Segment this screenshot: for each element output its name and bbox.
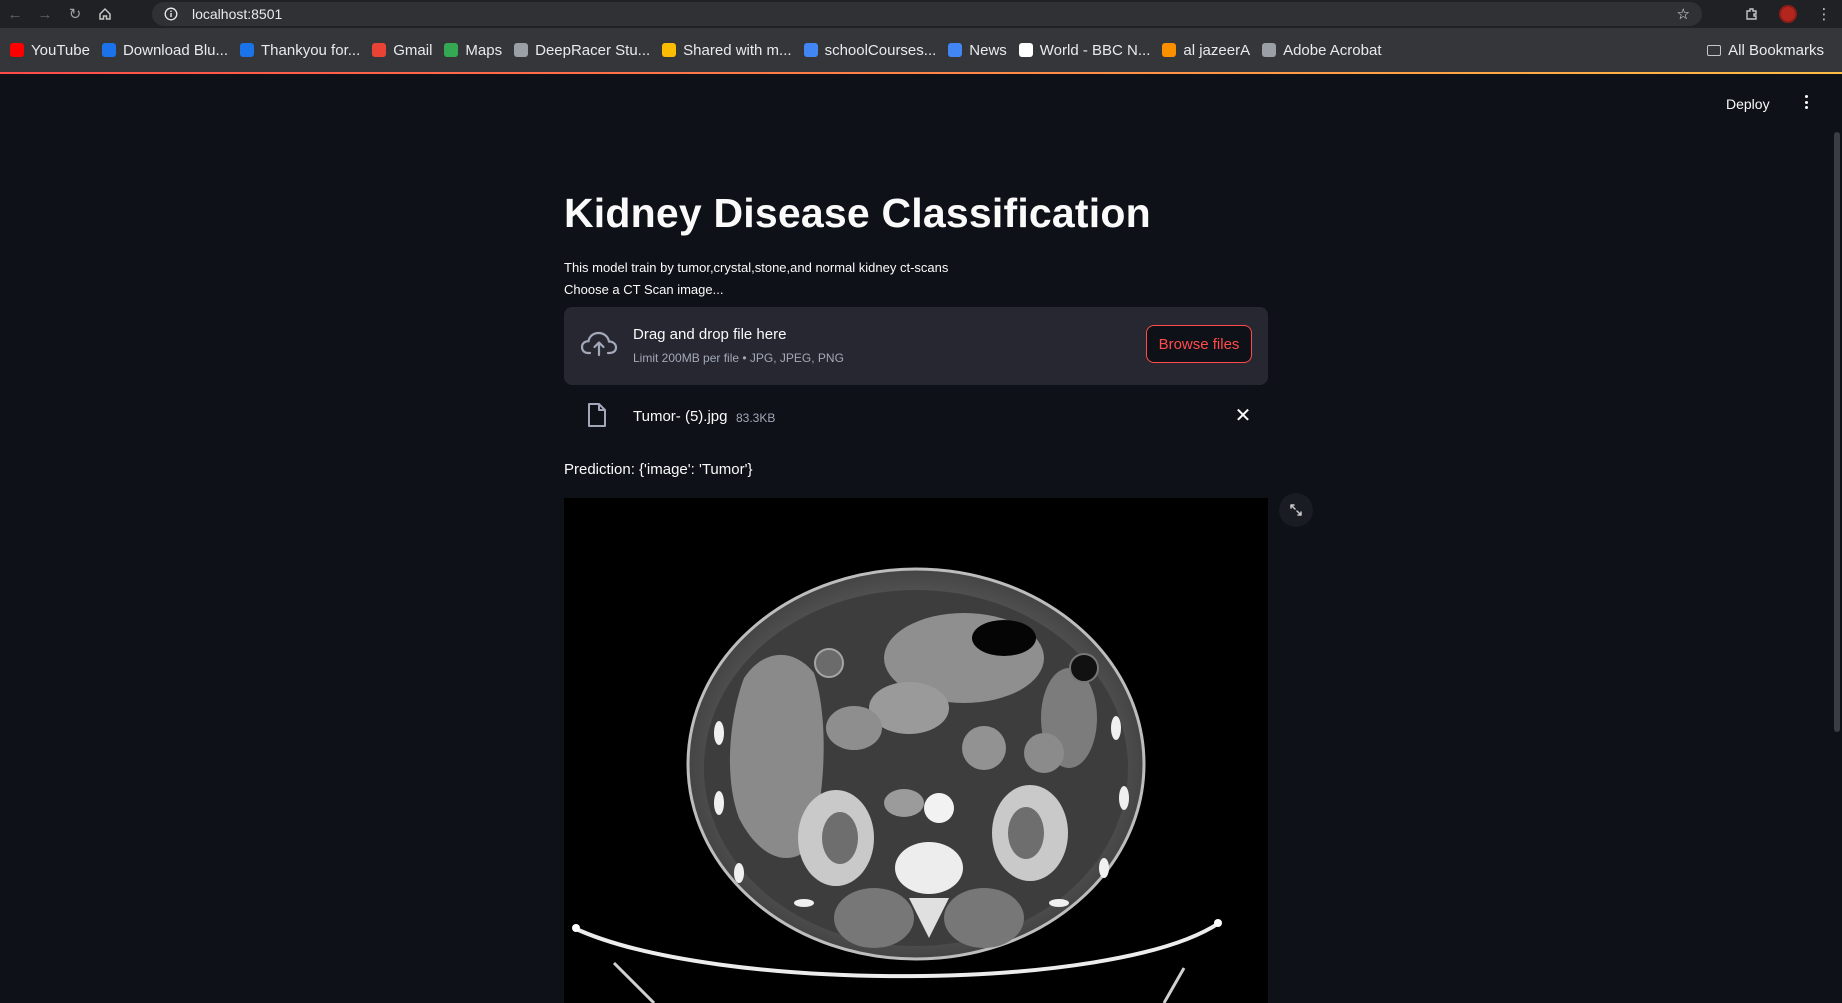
description-text: This model train by tumor,crystal,stone,…: [564, 260, 949, 275]
bookmark-label: al jazeerA: [1183, 41, 1251, 59]
uploaded-file-name: Tumor- (5).jpg: [633, 408, 728, 425]
bookmark-favicon-icon: [372, 43, 387, 57]
bookmark-favicon-icon: [1162, 43, 1177, 57]
url-text[interactable]: localhost:8501: [192, 6, 282, 22]
reload-icon[interactable]: ↻: [60, 0, 90, 28]
all-bookmarks-button[interactable]: All Bookmarks: [1701, 35, 1830, 65]
bookmark-label: YouTube: [31, 41, 90, 59]
back-icon[interactable]: ←: [0, 0, 30, 28]
home-icon[interactable]: [90, 0, 120, 28]
bookmark-item[interactable]: Adobe Acrobat: [1256, 35, 1387, 65]
uploaded-file-row: Tumor- (5).jpg 83.3KB ✕: [564, 394, 1268, 442]
remove-file-icon[interactable]: ✕: [1232, 404, 1254, 427]
bookmark-item[interactable]: schoolCourses...: [798, 35, 943, 65]
uploaded-file-size: 83.3KB: [736, 411, 776, 425]
bookmark-favicon-icon: [10, 43, 24, 57]
bookmark-favicon-icon: [803, 43, 818, 57]
bookmark-label: DeepRacer Stu...: [535, 41, 651, 59]
ct-scan-illustration: [564, 498, 1268, 1003]
bookmark-label: Thankyou for...: [261, 41, 361, 59]
chrome-menu-icon[interactable]: ⋮: [1806, 0, 1842, 28]
bookmark-favicon-icon: [662, 43, 677, 57]
bookmark-favicon-icon: [240, 43, 255, 57]
page-title: Kidney Disease Classification: [564, 190, 1151, 236]
bookmark-item[interactable]: Gmail: [366, 35, 438, 65]
bookmark-favicon-icon: [514, 43, 529, 57]
bookmark-favicon-icon: [101, 43, 116, 57]
bookmark-item[interactable]: News: [942, 35, 1013, 65]
bookmark-item[interactable]: YouTube: [4, 35, 96, 65]
deploy-button[interactable]: Deploy: [1726, 96, 1770, 112]
dropzone-limit: Limit 200MB per file • JPG, JPEG, PNG: [633, 351, 844, 365]
bookmark-item[interactable]: DeepRacer Stu...: [508, 35, 656, 65]
folder-icon: [1707, 44, 1722, 56]
bookmark-item[interactable]: World - BBC N...: [1013, 35, 1157, 65]
fullscreen-icon[interactable]: [1279, 493, 1313, 527]
bookmark-favicon-icon: [1262, 43, 1277, 57]
bookmark-item[interactable]: al jazeerA: [1156, 35, 1256, 65]
uploader-label: Choose a CT Scan image...: [564, 282, 724, 297]
forward-icon[interactable]: →: [30, 0, 60, 28]
bookmark-item[interactable]: Thankyou for...: [234, 35, 366, 65]
main-menu-icon[interactable]: [1798, 92, 1814, 112]
bookmark-item[interactable]: Maps: [438, 35, 508, 65]
bookmark-star-icon[interactable]: ☆: [1677, 5, 1690, 23]
address-bar[interactable]: localhost:8501 ☆: [152, 2, 1702, 26]
site-info-icon[interactable]: [158, 7, 184, 21]
browse-files-button[interactable]: Browse files: [1146, 325, 1252, 363]
bookmark-label: Adobe Acrobat: [1283, 41, 1382, 59]
bookmark-favicon-icon: [948, 43, 963, 57]
bookmark-label: Shared with m...: [683, 41, 792, 59]
bookmark-label: Download Blu...: [122, 41, 229, 59]
bookmark-item[interactable]: Shared with m...: [656, 35, 797, 65]
bookmarks-bar: YouTube Download Blu... Thankyou for... Gma…: [0, 28, 1842, 72]
cloud-upload-icon: [580, 331, 618, 357]
extensions-icon[interactable]: [1734, 0, 1770, 28]
profile-avatar[interactable]: [1770, 0, 1806, 28]
browser-toolbar: ← → ↻ localhost:8501 ☆ ⋮: [0, 0, 1842, 28]
scrollbar[interactable]: [1834, 132, 1840, 732]
bookmark-label: News: [969, 41, 1007, 59]
dropzone-title: Drag and drop file here: [633, 326, 787, 343]
streamlit-app: Deploy Kidney Disease Classification Thi…: [0, 74, 1842, 1003]
file-icon: [588, 403, 606, 427]
ct-scan-image: [564, 498, 1268, 1003]
file-dropzone[interactable]: Drag and drop file here Limit 200MB per …: [564, 307, 1268, 385]
bookmark-item[interactable]: Download Blu...: [96, 35, 234, 65]
bookmark-favicon-icon: [1018, 43, 1033, 57]
all-bookmarks-label: All Bookmarks: [1728, 41, 1824, 59]
bookmark-label: Maps: [465, 41, 503, 59]
bookmark-label: schoolCourses...: [824, 41, 937, 59]
bookmark-label: Gmail: [393, 41, 433, 59]
prediction-text: Prediction: {'image': 'Tumor'}: [564, 461, 753, 478]
bookmark-favicon-icon: [444, 43, 459, 57]
bookmark-label: World - BBC N...: [1039, 41, 1151, 59]
